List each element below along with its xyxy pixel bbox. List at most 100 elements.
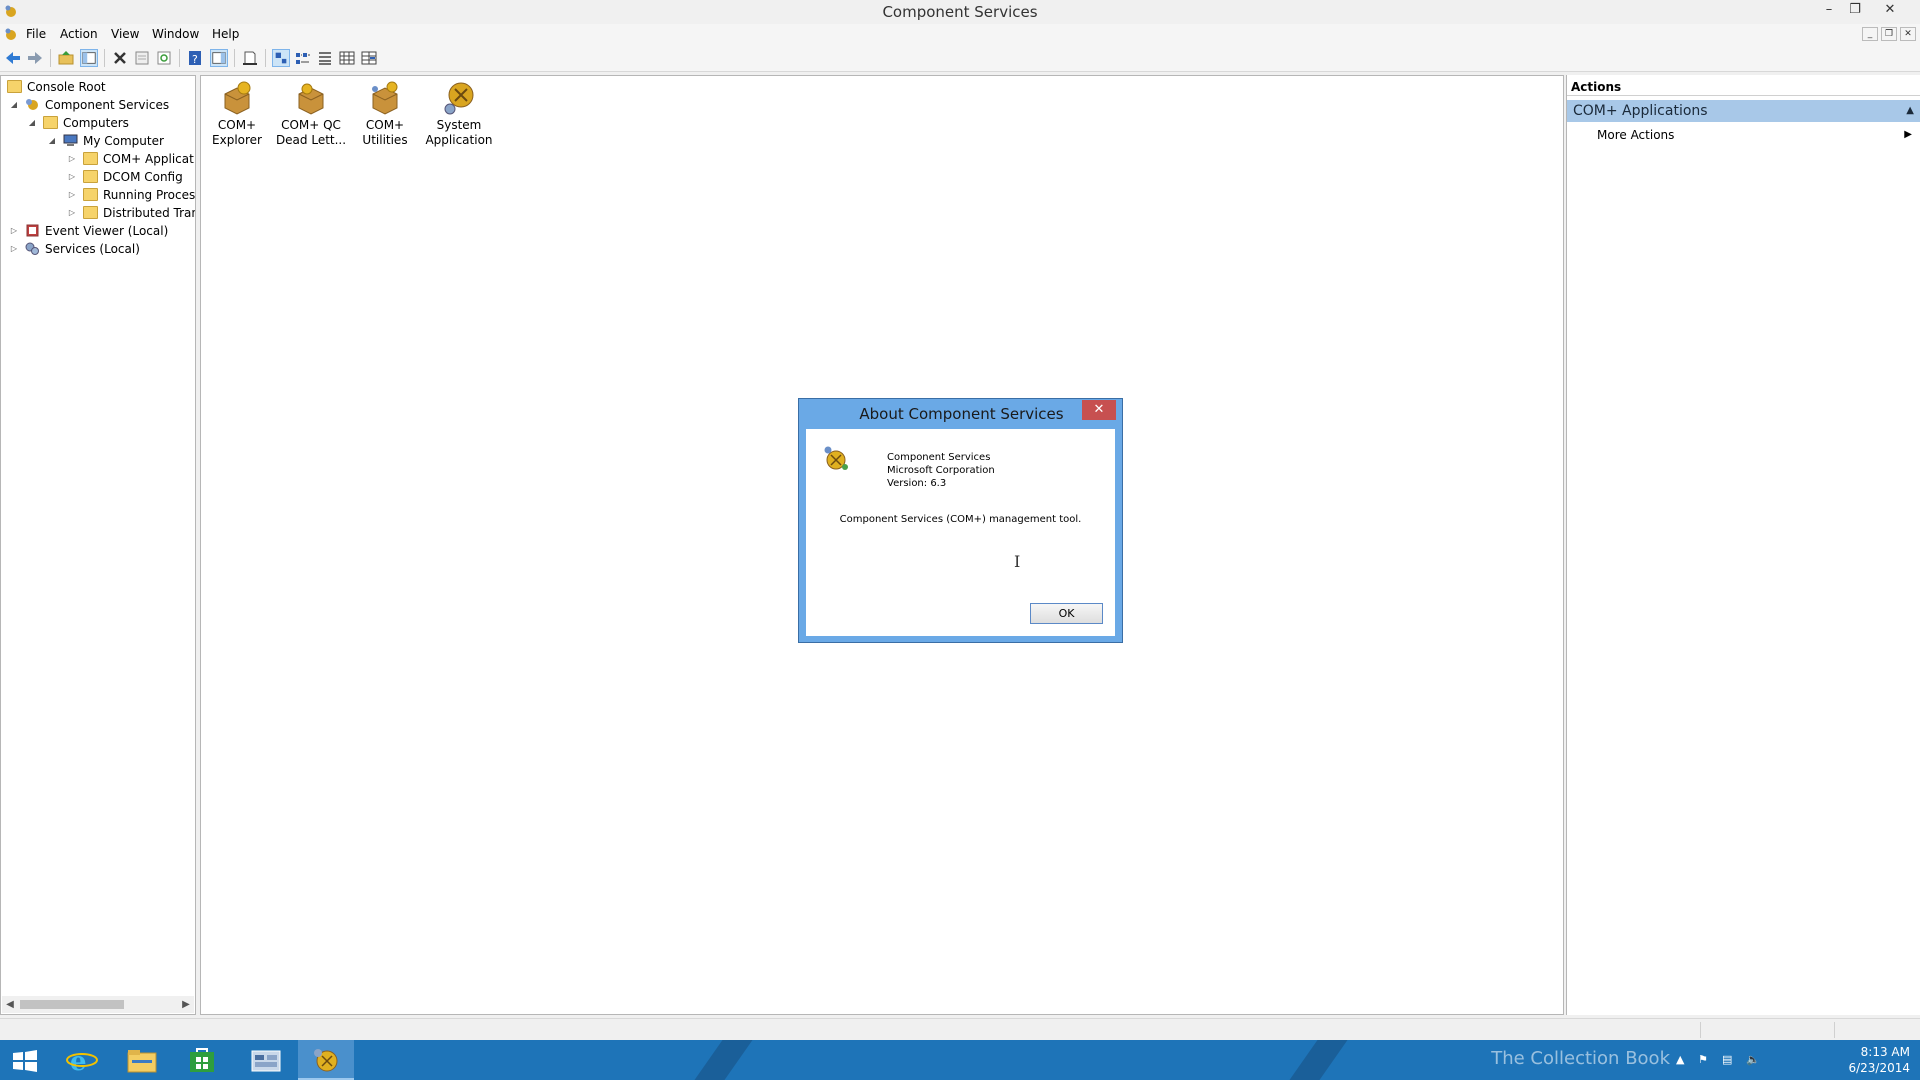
- tree-item-distributed-transaction[interactable]: ▷ Distributed Trans: [5, 204, 195, 222]
- item-com-explorer[interactable]: COM+ Explorer: [201, 80, 273, 148]
- com-explorer-icon: [224, 81, 251, 115]
- scroll-right-icon[interactable]: ▶: [178, 996, 194, 1013]
- more-actions-label: More Actions: [1597, 128, 1675, 142]
- item-label: System Application: [425, 118, 493, 147]
- services-icon: [25, 242, 39, 255]
- console-tree-pane[interactable]: Console Root ◢ Component Services ◢ Comp…: [0, 75, 196, 1015]
- mdi-restore-button[interactable]: ❐: [1881, 27, 1897, 41]
- more-actions-item[interactable]: More Actions ▶: [1567, 125, 1920, 145]
- status-bar: [0, 1018, 1920, 1040]
- dialog-close-button[interactable]: ✕: [1082, 400, 1116, 420]
- taskbar-store[interactable]: [174, 1040, 230, 1080]
- collapse-arrow-icon[interactable]: ◢: [9, 96, 19, 114]
- expand-arrow-icon[interactable]: ▷: [67, 168, 77, 186]
- tree-item-label: Services (Local): [45, 242, 140, 256]
- taskbar-server-manager[interactable]: [238, 1040, 294, 1080]
- up-folder-icon[interactable]: [57, 49, 75, 67]
- collapse-arrow-icon[interactable]: ◢: [47, 132, 57, 150]
- export-list-icon[interactable]: [241, 49, 259, 67]
- toolbar: ?: [0, 44, 1920, 72]
- tree-item-label: Running Processe: [103, 188, 195, 202]
- tree-item-console-root[interactable]: Console Root: [5, 78, 195, 96]
- item-com-qc-dead-letter[interactable]: COM+ QC Dead Lett...: [275, 80, 347, 148]
- tree-item-services[interactable]: ▷ Services (Local): [5, 240, 195, 258]
- actions-section-com-applications[interactable]: COM+ Applications ▲: [1567, 100, 1920, 122]
- folder-icon: [83, 152, 98, 165]
- action-center-flag-icon[interactable]: ⚑: [1698, 1054, 1710, 1066]
- tree-item-label: Computers: [63, 116, 129, 130]
- show-hidden-icons-icon[interactable]: ▲: [1676, 1054, 1688, 1066]
- description-text: Component Services (COM+) management too…: [839, 514, 1082, 525]
- item-system-application[interactable]: System Application: [423, 80, 495, 148]
- tree-item-label: DCOM Config: [103, 170, 183, 184]
- watermark-text: The Collection Book: [1491, 1048, 1670, 1069]
- tree-item-computers[interactable]: ◢ Computers: [5, 114, 195, 132]
- small-icons-view-icon[interactable]: [294, 49, 312, 67]
- menu-action[interactable]: Action: [56, 26, 102, 42]
- tree-item-com-applications[interactable]: ▷ COM+ Applicatio: [5, 150, 195, 168]
- menu-window[interactable]: Window: [148, 26, 203, 42]
- minimize-button[interactable]: –: [1816, 0, 1842, 20]
- forward-icon[interactable]: [26, 49, 44, 67]
- taskbar-component-services[interactable]: [298, 1040, 354, 1080]
- expand-arrow-icon[interactable]: ▷: [67, 150, 77, 168]
- clock-time: 8:13 AM: [1860, 1045, 1910, 1059]
- tree-horizontal-scrollbar[interactable]: ◀ ▶: [2, 996, 194, 1013]
- scroll-left-icon[interactable]: ◀: [2, 996, 18, 1013]
- tree-item-my-computer[interactable]: ◢ My Computer: [5, 132, 195, 150]
- close-button[interactable]: ✕: [1874, 0, 1906, 20]
- item-com-utilities[interactable]: COM+ Utilities: [349, 80, 421, 148]
- large-icons-view-icon[interactable]: [272, 49, 290, 67]
- tree-item-label: Event Viewer (Local): [45, 224, 169, 238]
- expand-arrow-icon[interactable]: ▷: [9, 222, 19, 240]
- collapse-arrow-icon[interactable]: ◢: [27, 114, 37, 132]
- dialog-body: Component Services Microsoft Corporation…: [806, 429, 1115, 636]
- tree-item-component-services[interactable]: ◢ Component Services: [5, 96, 195, 114]
- ok-button[interactable]: OK: [1030, 603, 1103, 624]
- tree-item-running-processes[interactable]: ▷ Running Processe: [5, 186, 195, 204]
- item-label: COM+ Utilities: [362, 118, 408, 147]
- scrollbar-thumb[interactable]: [20, 1000, 124, 1009]
- collapse-section-icon[interactable]: ▲: [1906, 100, 1914, 122]
- dialog-title: About Component Services: [859, 405, 1064, 423]
- system-tray: ▲ ⚑ ▤ 🔈 8:13 AM 6/23/2014: [1670, 1040, 1910, 1080]
- delete-icon[interactable]: [111, 49, 129, 67]
- mdi-minimize-button[interactable]: _: [1862, 27, 1878, 41]
- network-icon[interactable]: ▤: [1722, 1054, 1734, 1066]
- taskbar-internet-explorer[interactable]: e: [54, 1040, 110, 1080]
- menu-file[interactable]: File: [22, 26, 50, 42]
- back-icon[interactable]: [4, 49, 22, 67]
- expand-arrow-icon[interactable]: ▷: [9, 240, 19, 258]
- item-label: COM+ QC Dead Lett...: [275, 118, 347, 147]
- list-view-icon[interactable]: [316, 49, 334, 67]
- volume-icon[interactable]: 🔈: [1746, 1054, 1760, 1066]
- menu-view[interactable]: View: [107, 26, 143, 42]
- tree-item-event-viewer[interactable]: ▷ Event Viewer (Local): [5, 222, 195, 240]
- start-windows-icon[interactable]: [12, 1050, 38, 1072]
- com-utilities-icon: [372, 81, 398, 115]
- system-application-icon: [444, 82, 474, 115]
- taskbar-file-explorer[interactable]: [114, 1040, 170, 1080]
- tree-item-dcom-config[interactable]: ▷ DCOM Config: [5, 168, 195, 186]
- show-hide-action-pane-icon[interactable]: [210, 49, 228, 67]
- show-hide-tree-icon[interactable]: [80, 49, 98, 67]
- clock[interactable]: 8:13 AM 6/23/2014: [1848, 1044, 1910, 1076]
- item-label: COM+ Explorer: [212, 118, 262, 147]
- refresh-icon[interactable]: [155, 49, 173, 67]
- expand-arrow-icon[interactable]: ▷: [67, 186, 77, 204]
- my-computer-icon: [63, 134, 78, 146]
- properties-icon[interactable]: [133, 49, 151, 67]
- custom-view-icon[interactable]: [360, 49, 378, 67]
- menu-help[interactable]: Help: [208, 26, 243, 42]
- expand-arrow-icon[interactable]: ▷: [67, 204, 77, 222]
- tree-item-label: COM+ Applicatio: [103, 152, 195, 166]
- restore-button[interactable]: ❐: [1842, 0, 1868, 20]
- help-icon[interactable]: ?: [186, 49, 204, 67]
- title-bar: Component Services – ❐ ✕: [0, 0, 1920, 24]
- text-cursor-icon: I: [1014, 552, 1021, 571]
- tree-item-label: Distributed Trans: [103, 206, 195, 220]
- mdi-close-button[interactable]: ✕: [1900, 27, 1916, 41]
- system-menu-icon[interactable]: [4, 27, 18, 41]
- product-name: Component Services: [887, 452, 991, 463]
- detail-view-icon[interactable]: [338, 49, 356, 67]
